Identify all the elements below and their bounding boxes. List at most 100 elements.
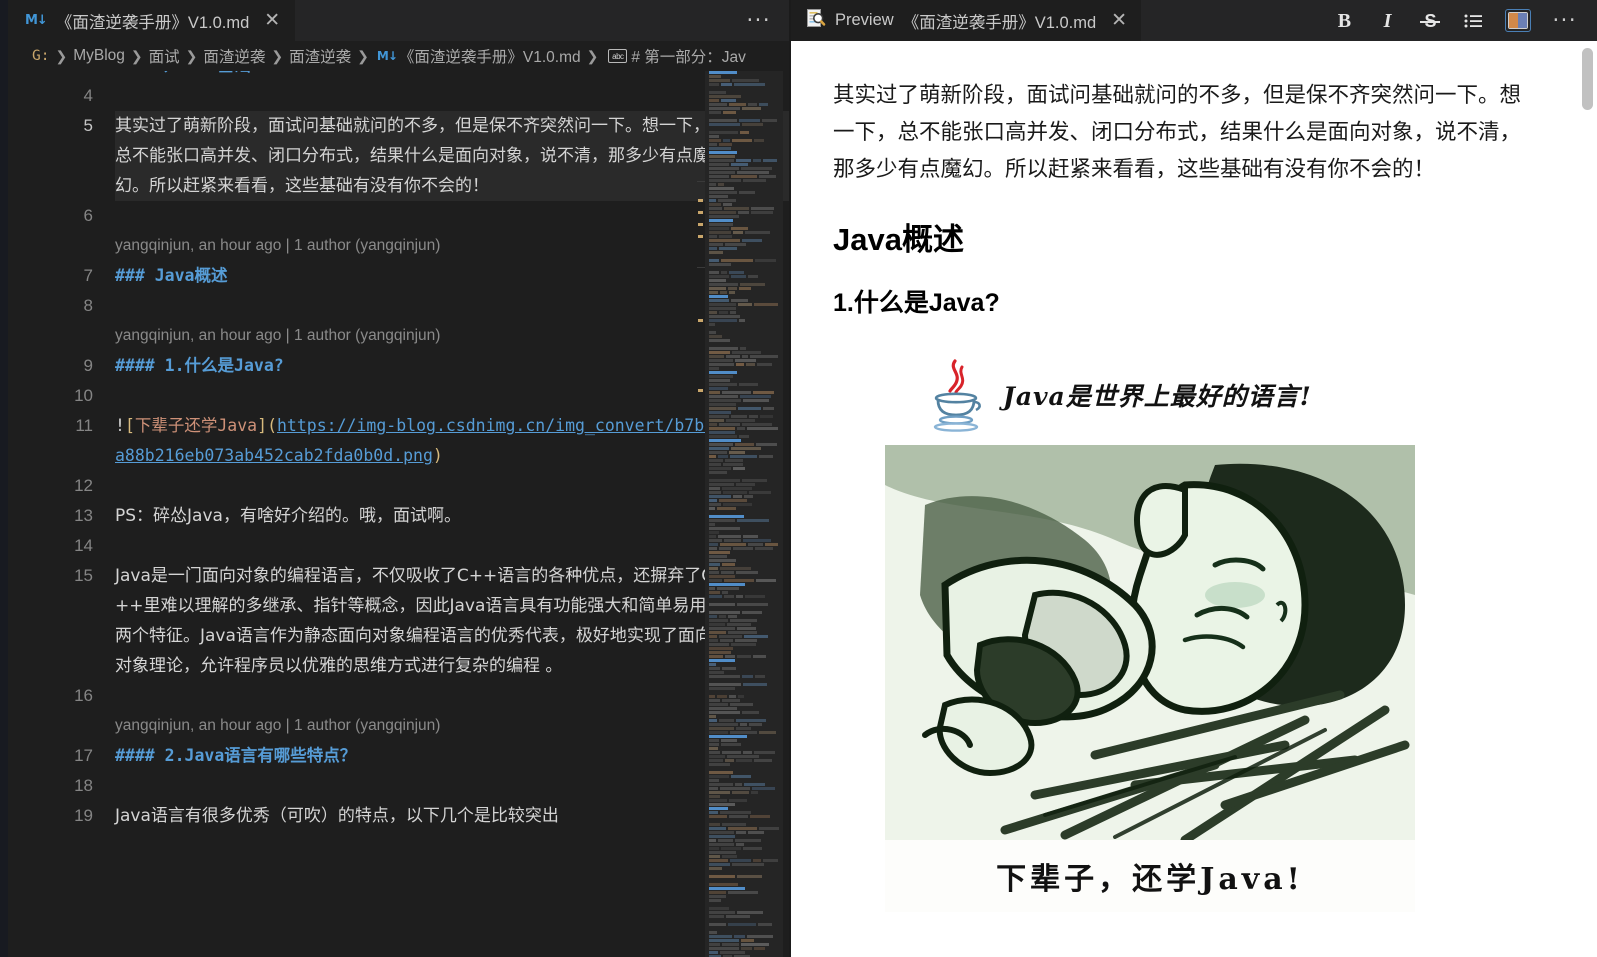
line-number (8, 711, 115, 741)
italic-button[interactable]: I (1376, 10, 1398, 32)
breadcrumb-item-interview[interactable]: 面试 (149, 45, 180, 67)
breadcrumb-item-myblog[interactable]: MyBlog (73, 47, 125, 65)
editor-tab-bar: M↓ 《面渣逆袭手册》V1.0.md ✕ ··· (8, 0, 791, 41)
markdown-heading-text: ### Java概述 (115, 266, 228, 285)
preview-tab[interactable]: Preview 《面渣逆袭手册》V1.0.md ✕ (791, 0, 1142, 41)
editor-tab-title: 《面渣逆袭手册》V1.0.md (55, 13, 250, 32)
line-number: 12 (74, 476, 93, 495)
line-number: 6 (83, 206, 93, 225)
line-number: 3 (8, 71, 115, 81)
code-line-row[interactable]: 8 (8, 291, 791, 321)
more-actions-icon[interactable]: ··· (746, 10, 771, 30)
preview-tab-title: 《面渣逆袭手册》V1.0.md (902, 13, 1097, 32)
vscode-window: M↓ 《面渣逆袭手册》V1.0.md ✕ ··· G: ❯ MyBlog ❯ 面… (0, 0, 1597, 957)
editor-tabbar-actions: ··· (746, 0, 791, 41)
code-text: PS：碎怂Java，有啥好介绍的。哦，面试啊。 (115, 506, 461, 526)
more-actions-icon[interactable]: ··· (1552, 10, 1577, 30)
activity-bar-strip (0, 0, 8, 957)
code-line-row[interactable]: 19 Java语言有很多优秀（可吹）的特点，以下几个是比较突出 (8, 801, 791, 831)
line-number: 13 (74, 506, 93, 525)
editor-pane: M↓ 《面渣逆袭手册》V1.0.md ✕ ··· G: ❯ MyBlog ❯ 面… (8, 0, 791, 957)
line-number: 4 (83, 86, 93, 105)
empty-line (115, 471, 791, 501)
code-line-row[interactable]: 4 (8, 81, 791, 111)
list-icon[interactable] (1462, 10, 1484, 32)
line-number: 15 (74, 566, 93, 585)
preview-content[interactable]: 其实过了萌新阶段，面试问基础就问的不多，但是保不齐突然问一下。想一下，总不能张口… (791, 41, 1597, 957)
markdown-image-link: ![下辈子还学Java](https://img-blog.csdnimg.cn… (115, 416, 715, 465)
chevron-right-icon: ❯ (357, 47, 369, 64)
breadcrumb-item-mianzha-1[interactable]: 面渣逆袭 (203, 45, 265, 67)
code-line-row[interactable]: 14 (8, 531, 791, 561)
breadcrumb: G: ❯ MyBlog ❯ 面试 ❯ 面渣逆袭 ❯ 面渣逆袭 ❯ M↓ 《面渣逆… (8, 41, 791, 71)
line-number: 19 (74, 806, 93, 825)
meme-slogan-row: Java是世界上最好的语言! (885, 344, 1415, 445)
split-editor-icon (1508, 12, 1529, 29)
code-line-row[interactable]: 16 (8, 681, 791, 711)
meme-illustration (885, 444, 1415, 840)
breadcrumb-drive[interactable]: G: (32, 48, 49, 64)
breadcrumb-symbol[interactable]: # 第一部分：Jav (631, 45, 746, 67)
markdown-heading-text: #### 2.Java语言有哪些特点？ (115, 746, 357, 765)
markdown-heading-text: #### 1.什么是Java? (115, 356, 284, 375)
code-editor-content[interactable]: 3## 一、Java基础 4 5 其实过了萌新阶段，面试问基础就问的不多，但是保不齐… (8, 71, 791, 957)
empty-line (115, 81, 791, 111)
code-line-row[interactable]: 11 ![下辈子还学Java](https://img-blog.csdnimg.… (8, 411, 791, 471)
code-line-row[interactable]: 3## 一、Java基础 (8, 71, 791, 81)
close-icon[interactable]: ✕ (262, 11, 282, 30)
line-number: 10 (74, 386, 93, 405)
preview-scrollbar-thumb[interactable] (1582, 48, 1593, 110)
line-number: 8 (83, 296, 93, 315)
code-line-row[interactable]: 13 PS：碎怂Java，有啥好介绍的。哦，面试啊。 (8, 501, 791, 531)
line-number: 7 (83, 266, 93, 285)
editor-tab-markdown-file[interactable]: M↓ 《面渣逆袭手册》V1.0.md ✕ (8, 0, 296, 41)
git-blame-text: yangqinjun, an hour ago | 1 author (yang… (115, 237, 441, 254)
code-line-row[interactable]: 15 Java是一门面向对象的编程语言，不仅吸收了C++语言的各种优点，还摒弃了C… (8, 561, 791, 681)
empty-line (115, 771, 791, 801)
empty-line (115, 201, 791, 231)
git-blame-row[interactable]: yangqinjun, an hour ago | 1 author (yang… (8, 711, 791, 741)
empty-line (115, 681, 791, 711)
git-blame-text: yangqinjun, an hour ago | 1 author (yang… (115, 327, 441, 344)
code-line-row[interactable]: 7 ### Java概述 (8, 261, 791, 291)
strikethrough-button[interactable]: S (1419, 10, 1441, 32)
line-number: 16 (74, 686, 93, 705)
line-number: 11 (75, 416, 93, 435)
bold-button[interactable]: B (1333, 10, 1355, 32)
code-line-row[interactable]: 10 (8, 381, 791, 411)
code-line-row[interactable]: 17 #### 2.Java语言有哪些特点？ (8, 741, 791, 771)
code-line-row[interactable]: 18 (8, 771, 791, 801)
preview-toolbar: B I S ··· (1333, 0, 1597, 41)
chevron-right-icon: ❯ (185, 47, 198, 64)
preview-document-icon (805, 8, 826, 34)
code-line-row[interactable]: 6 (8, 201, 791, 231)
git-blame-row[interactable]: yangqinjun, an hour ago | 1 author (yang… (8, 321, 791, 351)
git-blame-text: yangqinjun, an hour ago | 1 author (yang… (115, 717, 441, 734)
close-icon[interactable]: ✕ (1109, 11, 1129, 30)
chevron-right-icon: ❯ (55, 47, 68, 64)
git-blame-row[interactable]: yangqinjun, an hour ago | 1 author (yang… (8, 231, 791, 261)
markdown-icon: M↓ (376, 49, 398, 63)
code-line-row[interactable]: 5 其实过了萌新阶段，面试问基础就问的不多，但是保不齐突然问一下。想一下，总不能张… (8, 111, 791, 201)
minimap[interactable] (705, 71, 783, 957)
line-number: 9 (83, 356, 93, 375)
meme-caption-text: 下辈子，还学Java! (885, 839, 1415, 912)
markdown-heading-text: ## 一、Java基础 (115, 71, 791, 81)
abc-symbol-icon: abc (608, 49, 628, 63)
minimap-decorations (697, 71, 705, 957)
breadcrumb-item-mianzha-2[interactable]: 面渣逆袭 (289, 45, 351, 67)
code-text: Java语言有很多优秀（可吹）的特点，以下几个是比较突出 (115, 806, 559, 826)
split-editor-button[interactable] (1505, 9, 1532, 32)
minimap-slider[interactable] (705, 71, 783, 957)
markdown-icon: M↓ (25, 13, 48, 28)
chevron-right-icon: ❯ (586, 47, 599, 64)
preview-tab-label: Preview (835, 11, 894, 29)
line-number: 17 (74, 746, 93, 765)
code-line-row[interactable]: 12 (8, 471, 791, 501)
preview-tab-bar: Preview 《面渣逆袭手册》V1.0.md ✕ B I S ··· (791, 0, 1597, 41)
code-line-row[interactable]: 9 #### 1.什么是Java? (8, 351, 791, 381)
breadcrumb-file[interactable]: 《面渣逆袭手册》V1.0.md (399, 45, 581, 67)
chevron-right-icon: ❯ (271, 47, 284, 64)
empty-line (115, 381, 791, 411)
preview-paragraph: 其实过了萌新阶段，面试问基础就问的不多，但是保不齐突然问一下。想一下，总不能张口… (833, 83, 1522, 181)
